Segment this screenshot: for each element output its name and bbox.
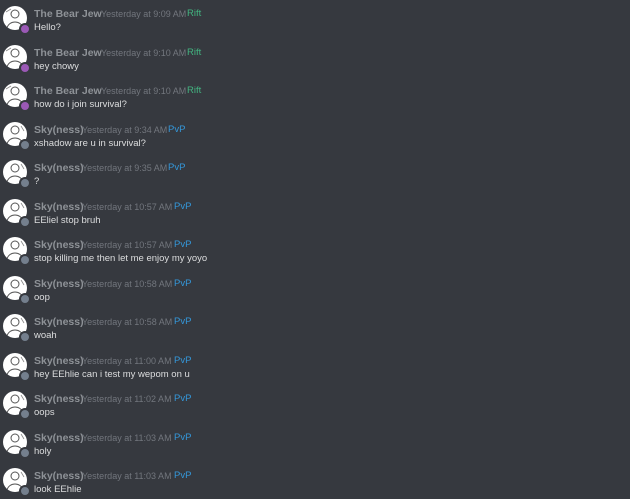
status-indicator xyxy=(19,216,31,228)
message-text: xshadow are u in survival? xyxy=(34,138,146,149)
role-tag[interactable]: PvP xyxy=(174,239,191,250)
status-indicator xyxy=(19,408,31,420)
role-tag[interactable]: PvP xyxy=(168,162,185,173)
role-tag[interactable]: PvP xyxy=(174,355,191,366)
message-text: stop killing me then let me enjoy my yoy… xyxy=(34,253,208,264)
username[interactable]: Sky(ness) xyxy=(34,470,84,482)
username[interactable]: The Bear Jew xyxy=(34,8,102,20)
message-item: The Bear Jew Yesterday at 9:10 AM Rift h… xyxy=(0,80,630,118)
message-text: holy xyxy=(34,446,52,457)
message-item: Sky(ness) Yesterday at 11:02 AM PvP oops xyxy=(0,388,630,426)
role-tag[interactable]: Rift xyxy=(187,85,201,96)
message-item: Sky(ness) Yesterday at 10:57 AM PvP EEli… xyxy=(0,196,630,234)
message-item: Sky(ness) Yesterday at 10:57 AM PvP stop… xyxy=(0,234,630,272)
role-tag[interactable]: Rift xyxy=(187,8,201,19)
username[interactable]: The Bear Jew xyxy=(34,85,102,97)
timestamp: Yesterday at 10:57 AM xyxy=(82,202,173,212)
timestamp: Yesterday at 10:58 AM xyxy=(82,279,173,289)
timestamp: Yesterday at 11:03 AM xyxy=(82,471,172,481)
timestamp: Yesterday at 9:34 AM xyxy=(82,125,168,135)
status-indicator xyxy=(19,293,31,305)
role-tag[interactable]: PvP xyxy=(174,278,191,289)
message-text: look EEhlie xyxy=(34,484,82,495)
message-item: Sky(ness) Yesterday at 9:35 AM PvP ? xyxy=(0,157,630,195)
username[interactable]: The Bear Jew xyxy=(34,47,102,59)
status-indicator xyxy=(19,62,31,74)
username[interactable]: Sky(ness) xyxy=(34,162,84,174)
timestamp: Yesterday at 9:09 AM xyxy=(101,9,187,19)
status-indicator xyxy=(19,447,31,459)
timestamp: Yesterday at 9:10 AM xyxy=(101,86,187,96)
message-list: The Bear Jew Yesterday at 9:09 AM Rift H… xyxy=(0,0,630,499)
message-item: Sky(ness) Yesterday at 11:03 AM PvP holy xyxy=(0,427,630,465)
message-item: Sky(ness) Yesterday at 10:58 AM PvP oop xyxy=(0,273,630,311)
username[interactable]: Sky(ness) xyxy=(34,393,84,405)
username[interactable]: Sky(ness) xyxy=(34,278,84,290)
timestamp: Yesterday at 11:03 AM xyxy=(82,433,172,443)
status-indicator xyxy=(19,100,31,112)
role-tag[interactable]: PvP xyxy=(174,393,191,404)
message-text: woah xyxy=(34,330,57,341)
role-tag[interactable]: PvP xyxy=(174,470,191,481)
status-indicator xyxy=(19,23,31,35)
status-indicator xyxy=(19,139,31,151)
message-item: Sky(ness) Yesterday at 10:58 AM PvP woah xyxy=(0,311,630,349)
message-text: Hello? xyxy=(34,22,61,33)
message-item: The Bear Jew Yesterday at 9:09 AM Rift H… xyxy=(0,3,630,41)
username[interactable]: Sky(ness) xyxy=(34,201,84,213)
role-tag[interactable]: PvP xyxy=(168,124,185,135)
status-indicator xyxy=(19,485,31,497)
timestamp: Yesterday at 11:02 AM xyxy=(82,394,172,404)
role-tag[interactable]: Rift xyxy=(187,47,201,58)
message-text: hey chowy xyxy=(34,61,79,72)
message-text: oops xyxy=(34,407,55,418)
message-text: how do i join survival? xyxy=(34,99,127,110)
message-item: The Bear Jew Yesterday at 9:10 AM Rift h… xyxy=(0,42,630,80)
timestamp: Yesterday at 9:35 AM xyxy=(82,163,168,173)
username[interactable]: Sky(ness) xyxy=(34,316,84,328)
timestamp: Yesterday at 9:10 AM xyxy=(101,48,187,58)
message-text: oop xyxy=(34,292,50,303)
status-indicator xyxy=(19,370,31,382)
username[interactable]: Sky(ness) xyxy=(34,432,84,444)
username[interactable]: Sky(ness) xyxy=(34,124,84,136)
status-indicator xyxy=(19,177,31,189)
timestamp: Yesterday at 11:00 AM xyxy=(82,356,172,366)
timestamp: Yesterday at 10:57 AM xyxy=(82,240,173,250)
role-tag[interactable]: PvP xyxy=(174,316,191,327)
timestamp: Yesterday at 10:58 AM xyxy=(82,317,173,327)
username[interactable]: Sky(ness) xyxy=(34,355,84,367)
message-text: EEliel stop bruh xyxy=(34,215,101,226)
message-item: Sky(ness) Yesterday at 11:00 AM PvP hey … xyxy=(0,350,630,388)
message-item: Sky(ness) Yesterday at 9:34 AM PvP xshad… xyxy=(0,119,630,157)
status-indicator xyxy=(19,254,31,266)
message-text: ? xyxy=(34,176,40,187)
role-tag[interactable]: PvP xyxy=(174,432,191,443)
message-text: hey EEhlie can i test my wepom on u xyxy=(34,369,190,380)
role-tag[interactable]: PvP xyxy=(174,201,191,212)
username[interactable]: Sky(ness) xyxy=(34,239,84,251)
status-indicator xyxy=(19,331,31,343)
message-item: Sky(ness) Yesterday at 11:03 AM PvP look… xyxy=(0,465,630,499)
